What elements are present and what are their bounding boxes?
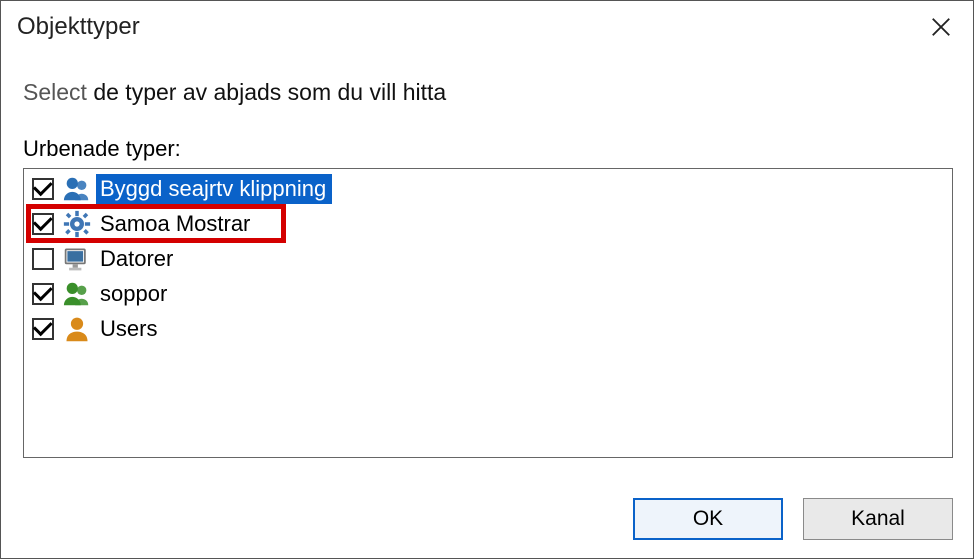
ok-button-label: OK [693, 507, 723, 531]
group-blue [62, 174, 92, 204]
list-item-checkbox[interactable] [32, 248, 54, 270]
list-item-checkbox[interactable] [32, 213, 54, 235]
object-type-listbox[interactable]: Byggd seajrtv klippning Samoa Mostrar Dato… [23, 168, 953, 458]
list-item-checkbox[interactable] [32, 318, 54, 340]
close-icon [930, 16, 952, 38]
group-green [62, 279, 92, 309]
dialog-window: Objekttyper Select de typer av abjads so… [0, 0, 974, 559]
list-item-label: Users [96, 314, 163, 344]
list-item-label: Datorer [96, 244, 179, 274]
list-item-checkbox[interactable] [32, 178, 54, 200]
instruction-rest: de typer av abjads som du vill hitta [87, 79, 446, 105]
list-item-label: Samoa Mostrar [96, 209, 256, 239]
list-item[interactable]: Byggd seajrtv klippning [24, 171, 952, 206]
instruction-lead: Select [23, 79, 87, 105]
list-item[interactable]: Datorer [24, 241, 952, 276]
titlebar: Objekttyper [1, 1, 973, 49]
gear-icon [62, 209, 92, 239]
close-button[interactable] [921, 7, 961, 47]
list-item[interactable]: soppor [24, 276, 952, 311]
user-icon [62, 314, 92, 344]
list-label: Urbenade typer: [23, 136, 953, 162]
list-item-label: soppor [96, 279, 173, 309]
computer-icon [62, 244, 92, 274]
cancel-button-label: Kanal [851, 507, 905, 531]
ok-button[interactable]: OK [633, 498, 783, 540]
list-item-checkbox[interactable] [32, 283, 54, 305]
dialog-title: Objekttyper [17, 13, 140, 41]
list-item[interactable]: Samoa Mostrar [24, 206, 952, 241]
instruction-text: Select de typer av abjads som du vill hi… [23, 79, 953, 106]
list-item-label: Byggd seajrtv klippning [96, 174, 332, 204]
list-item[interactable]: Users [24, 311, 952, 346]
dialog-footer: OK Kanal [1, 480, 973, 558]
cancel-button[interactable]: Kanal [803, 498, 953, 540]
dialog-content: Select de typer av abjads som du vill hi… [1, 49, 973, 480]
